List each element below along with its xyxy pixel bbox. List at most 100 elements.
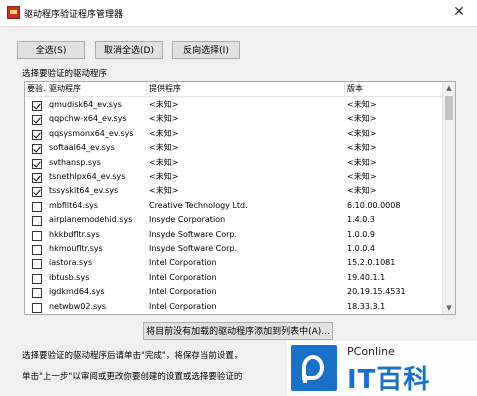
- provider-name: <未知>: [149, 100, 179, 109]
- list-item[interactable]: hkmoufltr.sys Insyde Software Corp. 1.0.0.…: [25, 242, 443, 256]
- driver-version: <未知>: [347, 186, 377, 196]
- list-item[interactable]: airplanemodehid.sys Insyde Corporation 1.4…: [25, 213, 443, 227]
- provider-name: <未知>: [149, 128, 179, 138]
- column-header-version[interactable]: 版本: [345, 82, 443, 96]
- group-label: 选择要验证的驱动程序: [22, 69, 108, 79]
- verify-checkbox[interactable]: [32, 259, 42, 270]
- add-unlisted-drivers-button[interactable]: 将目前没有加载的驱动程序添加到列表中(A)...: [143, 322, 333, 340]
- provider-name: Creative Technology Ltd.: [149, 200, 248, 210]
- provider-name: <未知>: [149, 172, 179, 181]
- provider-name: Intel Corporation: [149, 272, 217, 282]
- verify-checkbox[interactable]: [32, 101, 42, 111]
- close-button[interactable]: ✕: [449, 3, 469, 21]
- verify-checkbox[interactable]: [32, 144, 42, 155]
- driver-version: <未知>: [347, 143, 377, 153]
- list-item[interactable]: softaal64_ev.sys <未知> <未知>: [25, 141, 443, 155]
- watermark-small-text: PConline: [347, 345, 395, 358]
- driver-version: <未知>: [347, 114, 377, 124]
- select-all-button[interactable]: 全选(S): [17, 41, 85, 59]
- driver-version: 1.0.0.9: [347, 229, 375, 239]
- list-item[interactable]: qqpchw-x64_ev.sys <未知> <未知>: [25, 112, 443, 126]
- verify-checkbox[interactable]: [32, 129, 42, 140]
- provider-name: Intel Corporation: [149, 287, 217, 297]
- watermark-big-text: IT百科: [347, 365, 431, 395]
- watermark: PConline IT百科: [287, 341, 477, 396]
- provider-name: Insyde Software Corp.: [149, 244, 238, 253]
- driver-version: <未知>: [347, 157, 377, 167]
- driver-name: tssyskit64_ev.sys: [49, 186, 119, 196]
- list-item[interactable]: ibtusb.sys Intel Corporation 19.40.1.1: [25, 271, 443, 285]
- driver-name: hkkbdfltr.sys: [49, 229, 100, 239]
- verify-checkbox[interactable]: [32, 216, 42, 227]
- driver-version: <未知>: [347, 128, 377, 138]
- verify-checkbox[interactable]: [32, 158, 42, 169]
- driver-name: qqpchw-x64_ev.sys: [49, 114, 127, 124]
- driver-version: 6.10.00.0008: [347, 200, 401, 210]
- list-item[interactable]: qqsysmonx64_ev.sys <未知> <未知>: [25, 127, 443, 141]
- info-text-2: 单击"上一步"以审阅或更改你要创建的设置或选择要验证的: [22, 372, 243, 382]
- driver-name: softaal64_ev.sys: [49, 143, 115, 153]
- verify-checkbox[interactable]: [32, 288, 42, 299]
- list-item[interactable]: iastora.sys Intel Corporation 15.2.0.1081: [25, 256, 443, 270]
- provider-name: Intel Corporation: [149, 314, 345, 315]
- driver-name: iastora.sys: [49, 258, 93, 268]
- provider-name: Insyde Software Corp.: [149, 229, 238, 239]
- driver-name: hkmoufltr.sys: [49, 244, 103, 253]
- driver-name: svthansp.sys: [49, 157, 101, 167]
- verify-checkbox[interactable]: [32, 201, 42, 212]
- scroll-down-icon[interactable]: ▼: [443, 302, 455, 314]
- list-item[interactable]: netwbw02.sys Intel Corporation 18.33.3.1: [25, 300, 443, 314]
- scroll-up-icon[interactable]: ▲: [443, 82, 455, 94]
- driver-version: 1.0.0.4: [347, 244, 375, 253]
- driver-name: tsnethlpx64_ev.sys: [49, 172, 126, 181]
- driver-name: qqsysmonx64_ev.sys: [49, 128, 134, 138]
- driver-version: 1.4.0.3: [347, 215, 375, 225]
- column-header-driver[interactable]: 驱动程序: [47, 82, 147, 96]
- list-item[interactable]: svthansp.sys <未知> <未知>: [25, 156, 443, 170]
- list-item[interactable]: tssyskit64_ev.sys <未知> <未知>: [25, 184, 443, 198]
- column-header-provider[interactable]: 提供程序: [147, 82, 345, 96]
- invert-selection-button[interactable]: 反向选择(I): [172, 41, 240, 59]
- list-item[interactable]: hkkbdfltr.sys Insyde Software Corp. 1.0.0.…: [25, 228, 443, 242]
- verify-checkbox[interactable]: [32, 273, 42, 284]
- driver-version: <未知>: [347, 172, 377, 181]
- provider-name: <未知>: [149, 157, 179, 167]
- verify-checkbox[interactable]: [32, 230, 42, 241]
- driver-name: teedriverw8x64.sys: [49, 314, 147, 315]
- verify-checkbox[interactable]: [32, 302, 42, 313]
- driver-version: 11.0.0.1157: [347, 314, 443, 315]
- scrollbar-thumb[interactable]: [445, 96, 453, 120]
- provider-name: <未知>: [149, 186, 179, 196]
- driver-name: igdkmd64.sys: [49, 287, 105, 297]
- list-item[interactable]: teedriverw8x64.sysIntel Corporation11.0.…: [25, 314, 443, 315]
- provider-name: Intel Corporation: [149, 258, 217, 268]
- verify-checkbox[interactable]: [32, 245, 42, 255]
- driver-name: airplanemodehid.sys: [49, 215, 133, 225]
- provider-name: Insyde Corporation: [149, 215, 226, 225]
- list-item[interactable]: mbfilt64.sys Creative Technology Ltd. 6.10…: [25, 199, 443, 213]
- verify-checkbox[interactable]: [32, 115, 42, 126]
- list-header: 要验... 驱动程序 提供程序 版本: [25, 82, 443, 97]
- provider-name: <未知>: [149, 143, 179, 153]
- verify-checkbox[interactable]: [32, 173, 42, 183]
- driver-list[interactable]: 要验... 驱动程序 提供程序 版本 qmudisk64_ev.sys <未知> <…: [24, 81, 456, 315]
- vertical-scrollbar[interactable]: ▲ ▼: [442, 82, 455, 314]
- app-icon: [7, 6, 20, 19]
- info-text-1: 选择要验证的驱动程序后请单击"完成"，将保存当前设置，: [22, 351, 243, 361]
- list-item[interactable]: igdkmd64.sys Intel Corporation 20.19.15.45…: [25, 285, 443, 299]
- driver-version: 20.19.15.4531: [347, 287, 406, 297]
- driver-version: 19.40.1.1: [347, 272, 386, 282]
- list-item[interactable]: qmudisk64_ev.sys <未知> <未知>: [25, 98, 443, 112]
- verify-checkbox[interactable]: [32, 187, 42, 198]
- column-header-verify[interactable]: 要验...: [25, 82, 47, 96]
- driver-name: netwbw02.sys: [49, 301, 107, 311]
- driver-version: 15.2.0.1081: [347, 258, 396, 268]
- provider-name: <未知>: [149, 114, 179, 124]
- window-title: 驱动程序验证程序管理器: [24, 10, 124, 20]
- deselect-all-button[interactable]: 取消全选(D): [95, 41, 163, 59]
- list-item[interactable]: tsnethlpx64_ev.sys <未知> <未知>: [25, 170, 443, 184]
- driver-name: mbfilt64.sys: [49, 200, 99, 210]
- driver-version: 18.33.3.1: [347, 301, 386, 311]
- driver-name: ibtusb.sys: [49, 272, 90, 282]
- driver-version: <未知>: [347, 100, 377, 109]
